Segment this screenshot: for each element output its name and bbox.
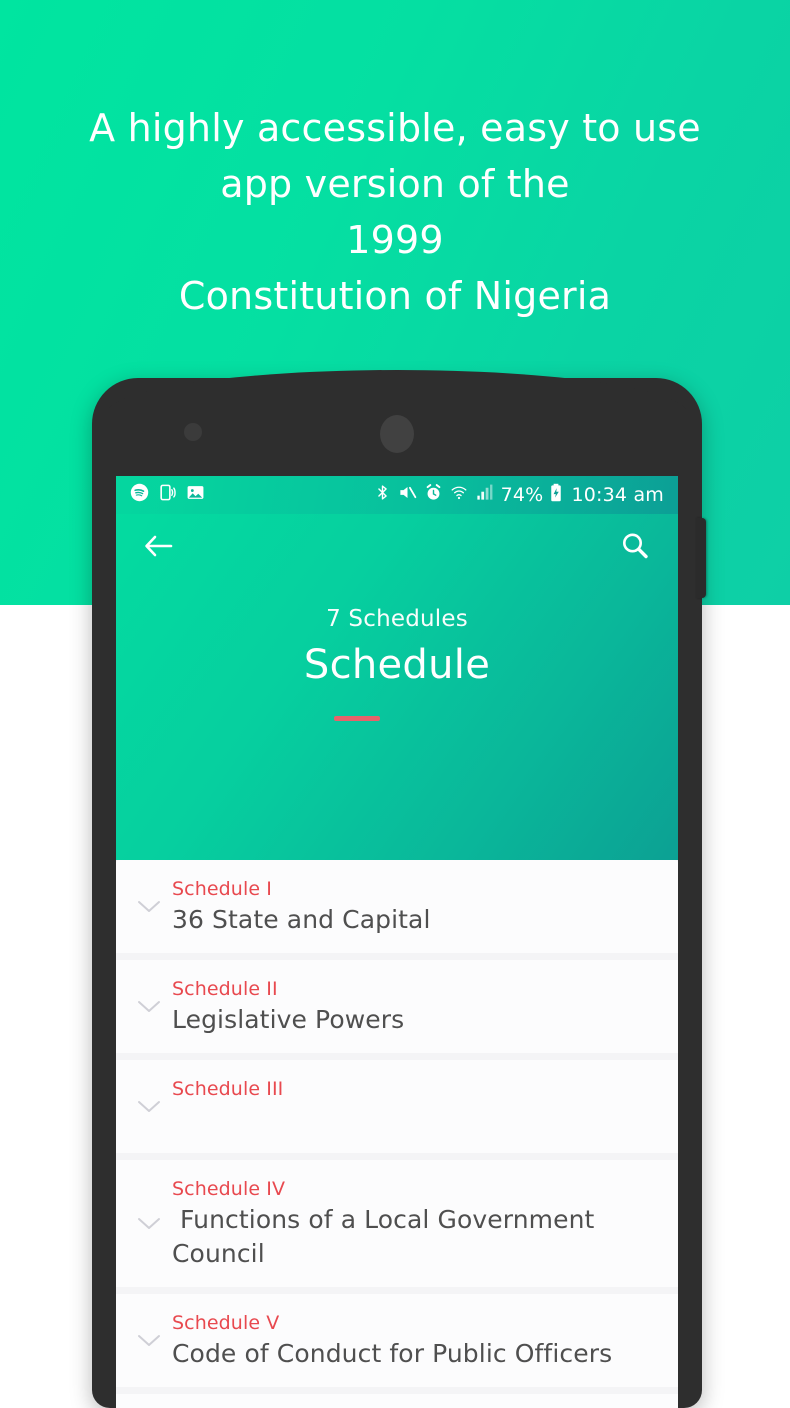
promo-headline: A highly accessible, easy to use app ver…	[0, 100, 790, 324]
page-title: Schedule	[303, 642, 491, 688]
list-item[interactable]: Schedule IV Functions of a Local Governm…	[116, 1160, 678, 1287]
list-item[interactable]: Schedule VI Election Tribunals	[116, 1394, 678, 1408]
battery-charging-icon	[550, 483, 562, 507]
chevron-down-icon[interactable]	[132, 1216, 166, 1232]
app-header: 7 Schedules Schedule	[116, 514, 678, 886]
app-toolbar	[116, 514, 678, 582]
front-camera-icon	[380, 415, 414, 453]
mute-icon	[398, 483, 417, 507]
list-item-body: Schedule V Code of Conduct for Public Of…	[166, 1310, 660, 1371]
header-subtitle: 7 Schedules	[326, 606, 468, 632]
status-bar-clock: 10:34 am	[571, 483, 664, 506]
search-button[interactable]	[614, 527, 656, 569]
list-item[interactable]: Schedule I 36 State and Capital	[116, 860, 678, 953]
schedule-list: Schedule I 36 State and Capital Schedule…	[116, 860, 678, 1408]
list-item[interactable]: Schedule V Code of Conduct for Public Of…	[116, 1294, 678, 1387]
schedule-label: Schedule III	[172, 1078, 284, 1100]
back-button[interactable]	[138, 527, 180, 569]
chevron-down-icon[interactable]	[132, 1099, 166, 1115]
schedule-label: Schedule IV	[172, 1178, 286, 1200]
status-bar-right: 74% 10:34 am	[374, 483, 664, 507]
list-item[interactable]: Schedule III	[116, 1060, 678, 1153]
bluetooth-icon	[374, 483, 391, 507]
status-bar: 74% 10:34 am	[116, 476, 678, 514]
schedule-title	[172, 1103, 660, 1137]
schedule-label: Schedule II	[172, 978, 278, 1000]
phone-mockup: 74% 10:34 am 7 Schedules Schedule Schedu…	[92, 370, 706, 1408]
list-item-body: Schedule IV Functions of a Local Governm…	[166, 1176, 660, 1271]
promo-line-3: 1999	[346, 218, 444, 262]
chevron-down-icon[interactable]	[132, 899, 166, 915]
list-item-body: Schedule II Legislative Powers	[166, 976, 660, 1037]
proximity-sensor-icon	[184, 423, 202, 441]
wifi-icon	[450, 483, 468, 507]
alarm-icon	[424, 483, 443, 507]
schedule-title: Code of Conduct for Public Officers	[172, 1339, 613, 1368]
list-item-body: Schedule I 36 State and Capital	[166, 876, 660, 937]
promo-line-1: A highly accessible, easy to use	[89, 106, 701, 150]
schedule-title: Functions of a Local Government Council	[172, 1205, 603, 1268]
list-item-body: Schedule III	[166, 1076, 660, 1137]
battery-percent: 74%	[500, 483, 544, 506]
image-icon	[186, 483, 205, 507]
chevron-down-icon[interactable]	[132, 1333, 166, 1349]
schedule-title: 36 State and Capital	[172, 905, 431, 934]
back-arrow-icon	[144, 533, 174, 564]
spotify-icon	[130, 483, 149, 507]
schedule-label: Schedule I	[172, 878, 272, 900]
promo-line-2: app version of the	[220, 162, 570, 206]
vibrate-icon	[158, 483, 177, 507]
schedule-label: Schedule V	[172, 1312, 280, 1334]
phone-screen: 74% 10:34 am 7 Schedules Schedule Schedu…	[116, 476, 678, 1408]
title-underline-accent	[334, 716, 380, 721]
search-icon	[620, 531, 650, 566]
promo-line-4: Constitution of Nigeria	[178, 274, 612, 318]
chevron-down-icon[interactable]	[132, 999, 166, 1015]
list-item[interactable]: Schedule II Legislative Powers	[116, 960, 678, 1053]
power-button[interactable]	[696, 518, 706, 598]
signal-icon	[475, 483, 494, 507]
schedule-title: Legislative Powers	[172, 1005, 405, 1034]
status-bar-left	[130, 483, 205, 507]
